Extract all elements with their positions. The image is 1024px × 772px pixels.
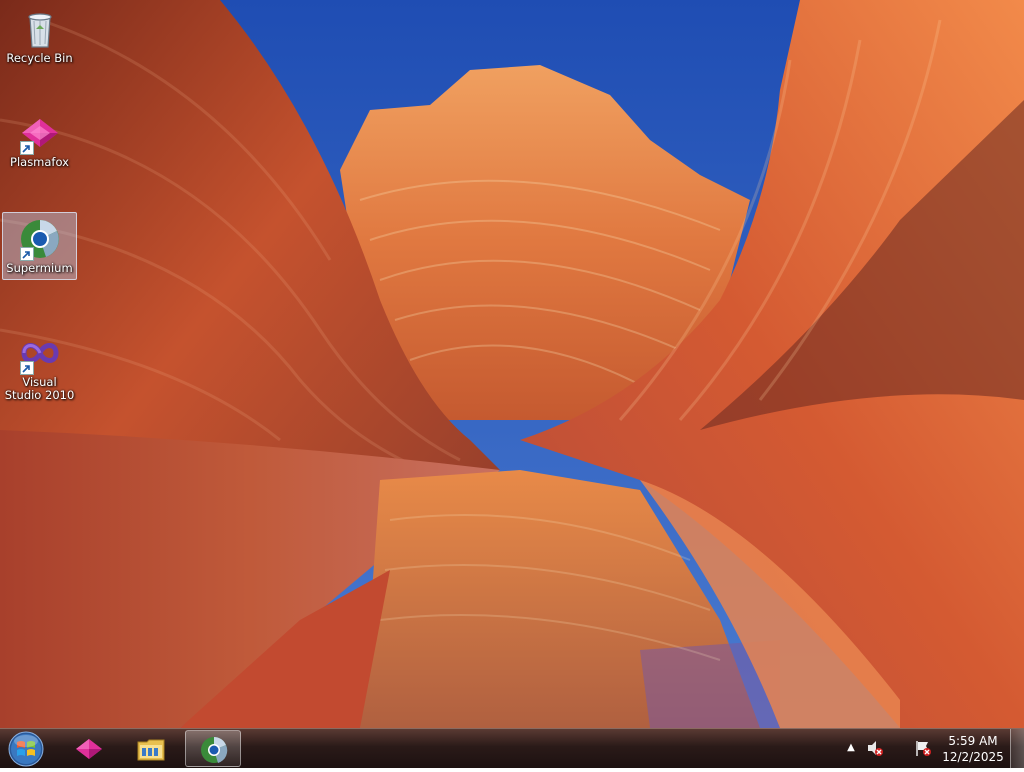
desktop-icon-label: Visual Studio 2010 xyxy=(4,375,75,402)
taskbar-button-supermium[interactable] xyxy=(185,730,241,767)
shortcut-arrow-icon xyxy=(19,361,34,375)
desktop-wallpaper xyxy=(0,0,1024,728)
desktop-icon-supermium[interactable]: Supermium xyxy=(2,212,77,280)
shortcut-arrow-icon xyxy=(19,247,34,261)
shortcut-arrow-icon xyxy=(19,141,34,155)
desktop-icon-label: Recycle Bin xyxy=(6,51,73,65)
recycle-bin-icon xyxy=(16,7,64,51)
volume-muted-icon[interactable] xyxy=(866,739,884,757)
file-explorer-icon xyxy=(137,739,165,761)
taskbar-button-file-explorer[interactable] xyxy=(123,730,179,767)
windows-start-orb-icon xyxy=(8,731,44,767)
desktop-icon-visual-studio[interactable]: Visual Studio 2010 xyxy=(2,326,77,402)
taskbar-button-plasmafox[interactable] xyxy=(61,730,117,767)
plasmafox-icon xyxy=(76,739,102,759)
action-center-flag-icon[interactable] xyxy=(914,739,932,757)
desktop-icon-recycle-bin[interactable]: Recycle Bin xyxy=(2,2,77,70)
clock-time: 5:59 AM xyxy=(948,734,998,748)
taskbar: ▲ 5:59 AM 12/2/2025 xyxy=(0,728,1024,768)
desktop-icon-label: Plasmafox xyxy=(10,155,69,169)
desktop-icon-plasmafox[interactable]: Plasmafox xyxy=(2,106,77,174)
visual-studio-icon xyxy=(16,331,64,375)
plasmafox-icon xyxy=(16,111,64,155)
chevron-up-icon[interactable]: ▲ xyxy=(844,741,858,755)
show-desktop-button[interactable] xyxy=(1010,729,1024,768)
supermium-icon xyxy=(16,217,64,261)
supermium-icon xyxy=(201,737,228,763)
taskbar-clock[interactable]: 5:59 AM 12/2/2025 xyxy=(936,733,1010,765)
start-button[interactable] xyxy=(6,730,46,768)
clock-date: 12/2/2025 xyxy=(942,750,1004,764)
desktop-icon-label: Supermium xyxy=(6,261,73,275)
